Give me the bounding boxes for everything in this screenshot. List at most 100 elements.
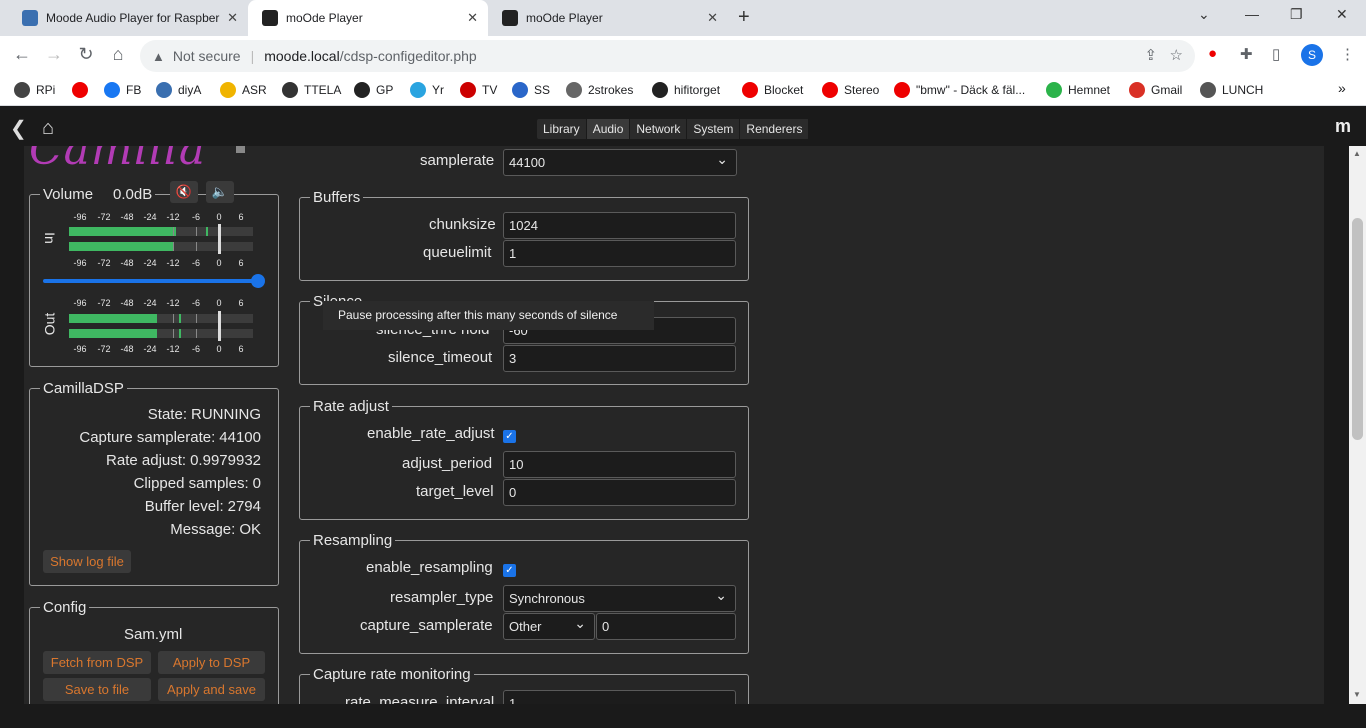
mute-icon[interactable]: 🔇 (170, 181, 198, 203)
maximize-button[interactable]: ❐ (1290, 6, 1303, 23)
apply-to-dsp-button[interactable]: Apply to DSP (158, 651, 265, 674)
extension-stop-icon[interactable]: ● (1208, 45, 1217, 62)
scale-tick-label: 0 (216, 258, 222, 268)
fetch-from-dsp-button[interactable]: Fetch from DSP (43, 651, 151, 674)
bookmark-label: RPi (36, 83, 56, 97)
dsp-status-value: 0 (252, 475, 261, 492)
bookmark-item[interactable]: RPi (14, 82, 55, 98)
bookmark-item[interactable]: TV (460, 82, 497, 98)
scrollbar-thumb[interactable] (1352, 218, 1363, 440)
url-path[interactable]: /cdsp-configeditor.php (340, 48, 477, 64)
scroll-down-icon[interactable]: ▼ (1353, 690, 1361, 699)
bookmark-item[interactable]: GP (354, 82, 393, 98)
target-level-input[interactable]: 0 (503, 479, 736, 506)
url-host[interactable]: moode.local (264, 48, 340, 64)
menu-item-audio[interactable]: Audio (586, 119, 631, 139)
scroll-up-icon[interactable]: ▲ (1353, 149, 1361, 158)
enable-rate-adjust-checkbox[interactable]: ✓ (503, 430, 516, 443)
bookmark-item[interactable]: 2strokes (566, 82, 633, 98)
forward-arrow-icon[interactable]: → (42, 44, 66, 65)
tab-close-icon[interactable]: ✕ (227, 10, 238, 26)
bookmark-favicon-icon (104, 82, 120, 98)
bookmark-item[interactable]: LUNCH (1200, 82, 1263, 98)
home-icon[interactable]: ⌂ (106, 44, 130, 65)
bookmark-item[interactable]: "bmw" - Däck & fäl... (894, 82, 1025, 98)
minimize-button[interactable]: — (1245, 6, 1259, 22)
capture-samplerate-input[interactable]: 0 (596, 613, 736, 640)
menu-item-renderers[interactable]: Renderers (740, 119, 810, 139)
volume-slider-knob[interactable] (251, 274, 265, 288)
bookmark-item[interactable]: Blocket (742, 82, 803, 98)
tab-search-icon[interactable]: ⌄ (1198, 6, 1210, 23)
profile-avatar[interactable]: S (1301, 44, 1323, 66)
adjust-period-input[interactable]: 10 (503, 451, 736, 478)
bookmark-item[interactable]: TTELA (282, 82, 341, 98)
bookmark-item[interactable]: Hemnet (1046, 82, 1110, 98)
main-menu: Library Audio Network System Renderers (537, 119, 810, 139)
chunksize-input[interactable]: 1024 (503, 212, 736, 239)
tab-close-icon[interactable]: ✕ (467, 10, 478, 26)
capture-samplerate-select[interactable]: Other (503, 613, 595, 640)
bookmark-item[interactable]: Gmail (1129, 82, 1182, 98)
volume-slider-track[interactable] (43, 279, 258, 283)
bookmark-label: hifitorget (674, 83, 721, 97)
reload-icon[interactable]: ↻ (74, 44, 98, 65)
warning-icon[interactable]: ▲ (152, 49, 165, 64)
bookmark-favicon-icon (894, 82, 910, 98)
scale-tick-label: -24 (143, 258, 157, 268)
silence-timeout-input[interactable]: 3 (503, 345, 736, 372)
show-log-button[interactable]: Show log file (43, 550, 131, 573)
moode-favicon-icon (22, 10, 38, 26)
back-arrow-icon[interactable]: ← (10, 44, 34, 65)
bookmark-item[interactable]: hifitorget (652, 82, 720, 98)
bookmark-item[interactable] (72, 82, 94, 98)
meter-zero-mark (218, 239, 221, 254)
not-secure-label[interactable]: Not secure (173, 48, 241, 64)
page-scrollbar[interactable]: ▲ ▼ (1349, 146, 1366, 704)
scale-tick-label: -12 (166, 212, 180, 222)
share-bookmark-icons[interactable]: ⇪ ☆ (1144, 46, 1183, 64)
bookmark-favicon-icon (282, 82, 298, 98)
scale-tick-label: -72 (97, 258, 111, 268)
enable-resampling-checkbox[interactable]: ✓ (503, 564, 516, 577)
back-chevron-icon[interactable]: ❮ (10, 116, 27, 141)
scale-tick-label: -12 (166, 298, 180, 308)
extensions-puzzle-icon[interactable]: ✚ (1240, 45, 1253, 63)
new-tab-button[interactable]: + (738, 6, 750, 29)
bookmark-item[interactable]: SS (512, 82, 550, 98)
save-to-file-button[interactable]: Save to file (43, 678, 151, 701)
home-icon[interactable]: ⌂ (42, 117, 54, 140)
apply-and-save-button[interactable]: Apply and save (158, 678, 265, 701)
bookmark-item[interactable]: FB (104, 82, 141, 98)
samplerate-select[interactable]: 44100 (503, 149, 737, 176)
scale-tick-label: -12 (166, 258, 180, 268)
scale-tick-label: 6 (238, 298, 244, 308)
close-window-button[interactable]: ✕ (1336, 6, 1348, 23)
side-panel-icon[interactable]: ▯ (1272, 45, 1280, 63)
tab-moode-player-active[interactable]: moOde Player ✕ (248, 0, 488, 36)
menu-item-library[interactable]: Library (537, 119, 587, 139)
tab-moode-audio[interactable]: Moode Audio Player for Raspber ✕ (8, 0, 248, 36)
bookmark-item[interactable]: diyA (156, 82, 201, 98)
scale-tick-label: -24 (143, 212, 157, 222)
bookmark-item[interactable]: Yr (410, 82, 444, 98)
moode-brand-logo[interactable]: m (1335, 116, 1351, 137)
address-bar[interactable]: ▲ Not secure | moode.local /cdsp-confige… (140, 40, 1195, 72)
menu-item-system[interactable]: System (687, 119, 741, 139)
scale-tick-label: -48 (120, 258, 134, 268)
more-bookmarks-icon[interactable]: » (1338, 80, 1346, 96)
speaker-icon[interactable]: 🔈 (206, 181, 234, 203)
buffers-legend: Buffers (313, 189, 361, 206)
menu-dots-icon[interactable]: ⋮ (1340, 45, 1355, 63)
tab-close-icon[interactable]: ✕ (707, 10, 718, 26)
bookmark-item[interactable]: ASR (220, 82, 267, 98)
silence-timeout-label: silence_timeout (388, 349, 493, 366)
menu-item-network[interactable]: Network (630, 119, 688, 139)
bookmark-item[interactable]: Stereo (822, 82, 879, 98)
scale-tick-label: -96 (73, 298, 87, 308)
tab-moode-player[interactable]: moOde Player ✕ (488, 0, 728, 36)
rate-measure-interval-input[interactable]: 1 (503, 690, 736, 704)
queuelimit-input[interactable]: 1 (503, 240, 736, 267)
resampler-type-select[interactable]: Synchronous (503, 585, 736, 612)
scale-tick-label: -96 (73, 212, 87, 222)
